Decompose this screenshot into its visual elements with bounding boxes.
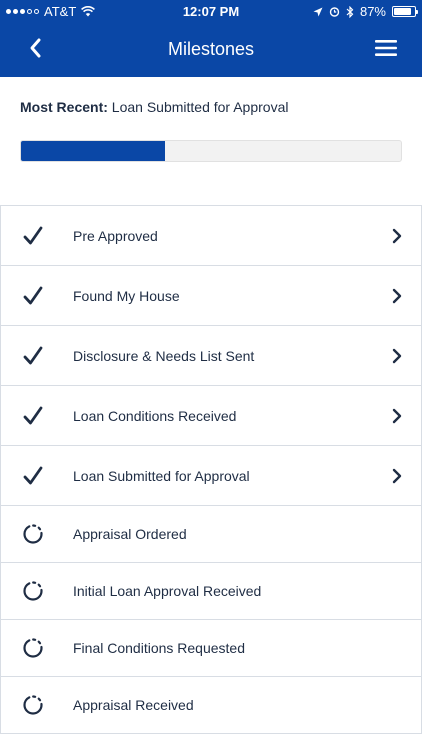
milestone-row[interactable]: Disclosure & Needs List Sent (0, 326, 422, 386)
nav-bar: Milestones (0, 22, 422, 77)
chevron-right-icon[interactable] (391, 347, 403, 365)
alarm-icon (329, 7, 340, 17)
pending-progress-icon (23, 524, 43, 544)
milestone-row[interactable]: Loan Conditions Received (0, 386, 422, 446)
most-recent-milestone: Most Recent: Loan Submitted for Approval (20, 99, 288, 115)
milestone-label: Loan Conditions Received (73, 407, 237, 424)
checkmark-icon (23, 346, 43, 364)
milestone-label: Pre Approved (73, 227, 158, 244)
milestone-label: Disclosure & Needs List Sent (73, 347, 255, 364)
hamburger-menu-icon[interactable] (374, 38, 398, 58)
most-recent-value: Loan Submitted for Approval (111, 99, 289, 115)
chevron-right-icon[interactable] (391, 407, 403, 425)
battery-icon (392, 6, 418, 17)
status-bar: AT&T 12:07 PM 87% (0, 0, 422, 22)
milestone-list: Pre Approved Found My House Disclosure & N… (0, 205, 422, 734)
top-bar: AT&T 12:07 PM 87% Milestones (0, 0, 422, 77)
milestone-label: Initial Loan Approval Received (73, 583, 262, 599)
milestone-row: Appraisal Received (0, 677, 422, 734)
milestone-row: Final Conditions Requested (0, 620, 422, 677)
pending-progress-icon (23, 638, 43, 658)
milestone-label: Loan Submitted for Approval (73, 467, 250, 484)
progress-fill (21, 141, 166, 161)
battery-fill (394, 8, 412, 15)
pending-progress-icon (23, 695, 43, 715)
checkmark-icon (23, 286, 43, 304)
milestone-row[interactable]: Found My House (0, 266, 422, 326)
chevron-right-icon[interactable] (391, 227, 403, 245)
milestone-row[interactable]: Pre Approved (0, 206, 422, 266)
page-title: Milestones (167, 39, 255, 59)
checkmark-icon (23, 406, 43, 424)
milestones-screen: AT&T 12:07 PM 87% Milestones Most Recent… (0, 0, 422, 750)
milestone-label: Found My House (73, 287, 180, 304)
pending-progress-icon (23, 581, 43, 601)
milestone-row[interactable]: Loan Submitted for Approval (0, 446, 422, 506)
chevron-right-icon[interactable] (391, 287, 403, 305)
chevron-right-icon[interactable] (391, 467, 403, 485)
location-arrow-icon (313, 7, 323, 16)
milestone-progress-bar (20, 140, 402, 162)
milestone-label: Appraisal Received (73, 697, 194, 713)
checkmark-icon (23, 226, 43, 244)
battery-percent: 87% (359, 4, 386, 19)
milestone-label: Appraisal Ordered (73, 526, 187, 542)
milestone-label: Final Conditions Requested (73, 640, 245, 656)
milestone-row: Appraisal Ordered (0, 506, 422, 563)
bluetooth-icon (346, 5, 354, 18)
status-right: 87% (313, 4, 418, 19)
checkmark-icon (23, 466, 43, 484)
milestone-row: Initial Loan Approval Received (0, 563, 422, 620)
most-recent-label: Most Recent: (20, 99, 108, 115)
